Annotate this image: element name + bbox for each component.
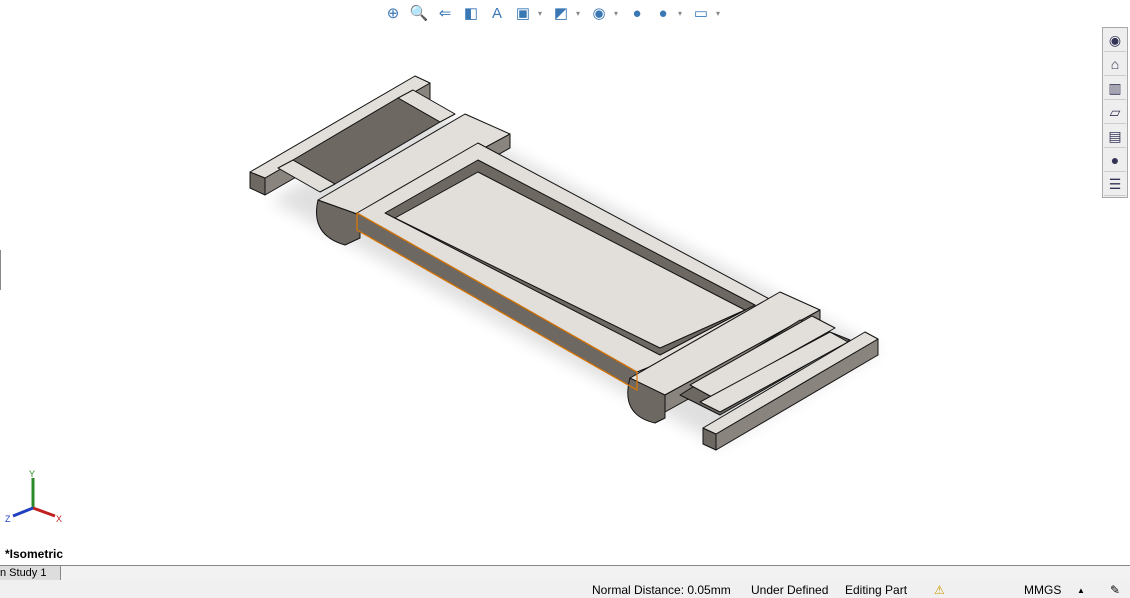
view-settings-icon[interactable]: ▭ [690,2,712,24]
definition-status: Under Defined [751,583,829,597]
zoom-to-area-icon[interactable]: 🔍 [408,2,430,24]
solidworks-resources-icon[interactable]: ◉ [1104,29,1126,52]
chevron-down-icon[interactable]: ▾ [614,9,622,18]
view-palette-icon[interactable]: ▤ [1104,125,1126,148]
chevron-down-icon[interactable]: ▾ [576,9,584,18]
home-icon[interactable]: ⌂ [1104,53,1126,76]
apply-scene-icon[interactable]: ● [652,2,674,24]
edit-appearance-icon[interactable]: ● [626,2,648,24]
section-view-icon[interactable]: ◧ [460,2,482,24]
unit-system-selector[interactable]: MMGS [1024,583,1061,597]
reference-triad: Y X Z [5,469,62,524]
editing-mode-status: Editing Part [845,583,908,597]
chevron-down-icon[interactable]: ▾ [716,9,724,18]
triad-x-label: X [56,514,62,524]
zoom-to-fit-icon[interactable]: ⊕ [382,2,404,24]
heads-up-view-toolbar: ⊕ 🔍 ⇐ ◧ A ▣ ▾ ◩ ▾ ◉ ▾ ● ● ▾ ▭ ▾ [382,2,724,24]
feature-manager-handle[interactable] [0,250,1,290]
view-orientation-icon[interactable]: ▣ [512,2,534,24]
custom-properties-icon[interactable]: ☰ [1104,173,1126,196]
appearances-icon[interactable]: ● [1104,149,1126,172]
rebuild-icon[interactable]: ⚠ [934,583,945,597]
dynamic-annotation-icon[interactable]: A [486,2,508,24]
task-pane-tabs: ◉ ⌂ ▥ ▱ ▤ ● ☰ [1102,27,1128,198]
graphics-area[interactable]: ⊕ 🔍 ⇐ ◧ A ▣ ▾ ◩ ▾ ◉ ▾ ● ● ▾ ▭ ▾ ◉ ⌂ ▥ ▱ ▤ ● ☰ Y X Z *Isometri… [0,0,1130,565]
file-explorer-icon[interactable]: ▱ [1104,101,1126,124]
triad-z-label: Z [5,514,11,524]
part-model[interactable] [0,0,1130,565]
chevron-down-icon[interactable]: ▾ [538,9,546,18]
tab-study-1[interactable]: n Study 1 [0,566,61,580]
normal-distance-readout: Normal Distance: 0.05mm [592,583,731,597]
status-bar: Normal Distance: 0.05mm Under Defined Ed… [0,580,1130,598]
triad-y-label: Y [29,469,35,479]
view-orientation-label: *Isometric [5,547,64,561]
display-style-icon[interactable]: ◩ [550,2,572,24]
design-library-icon[interactable]: ▥ [1104,77,1126,100]
previous-view-icon[interactable]: ⇐ [434,2,456,24]
units-arrow-icon[interactable]: ▲ [1077,586,1085,595]
bottom-tabs: n Study 1 [0,565,1130,581]
chevron-down-icon[interactable]: ▾ [678,9,686,18]
hide-show-items-icon[interactable]: ◉ [588,2,610,24]
tooltip-icon[interactable]: ✎ [1110,583,1120,597]
